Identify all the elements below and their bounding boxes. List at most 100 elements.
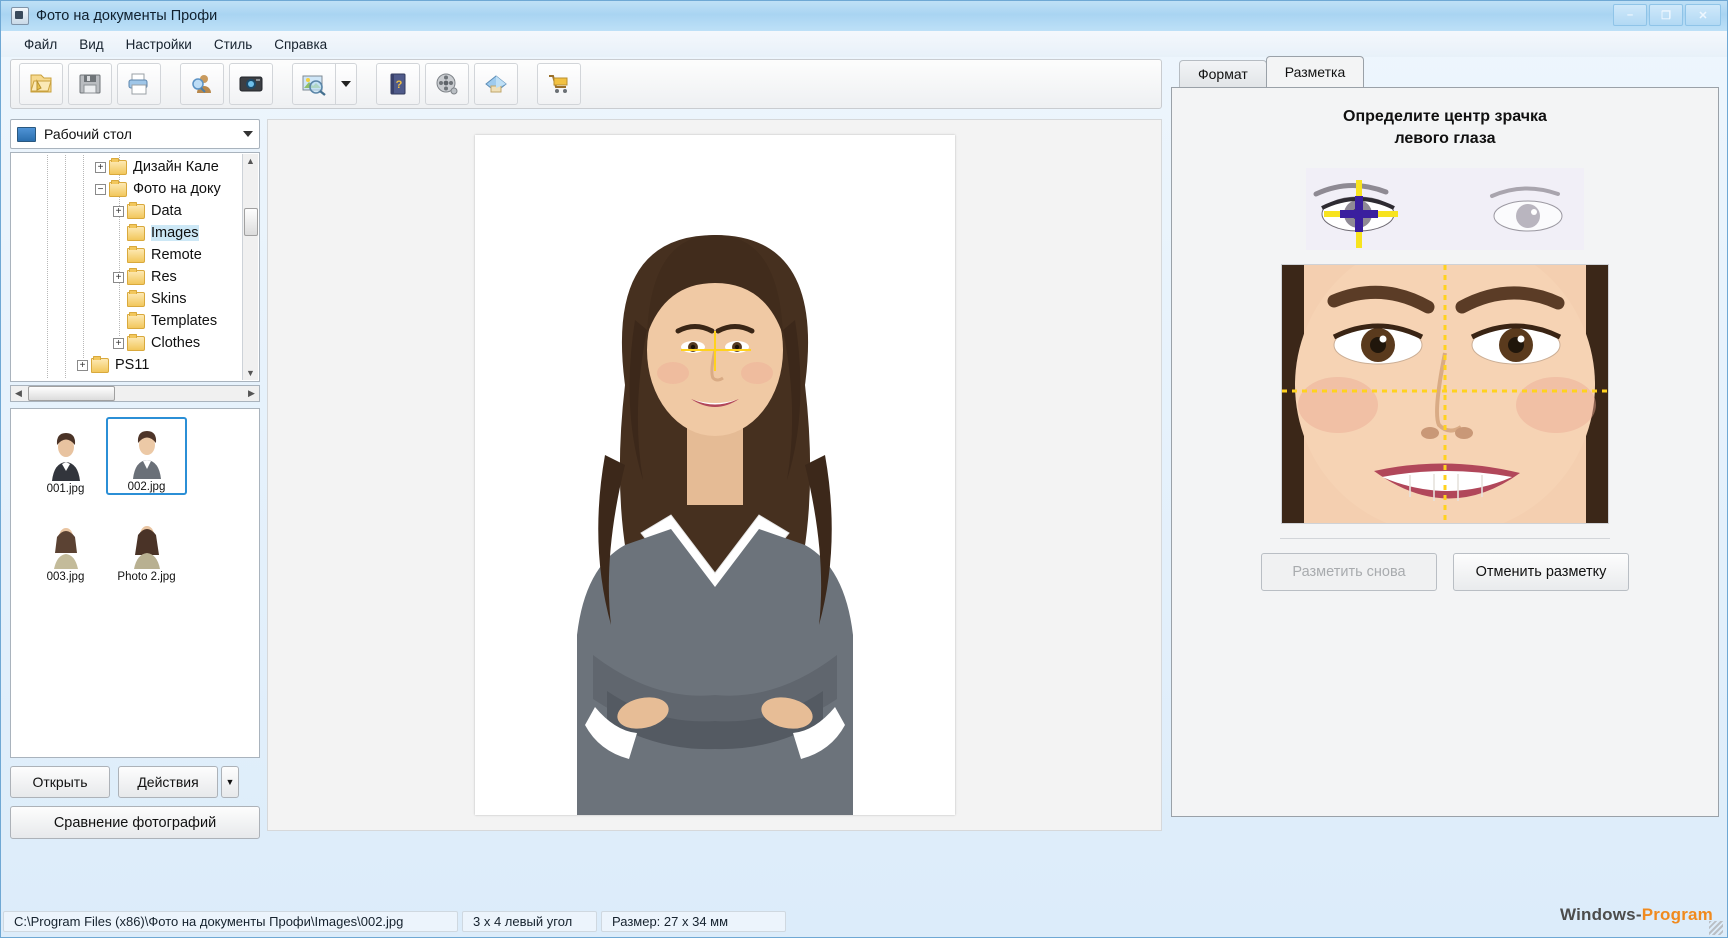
print-button[interactable] xyxy=(117,63,161,105)
tree-item[interactable]: Templates xyxy=(11,310,259,332)
sidebar-button-row: Открыть Действия ▼ xyxy=(10,766,260,798)
menu-style[interactable]: Стиль xyxy=(203,34,263,55)
help-book-button[interactable]: ? xyxy=(376,63,420,105)
image-zoom-icon xyxy=(300,72,328,96)
home-button[interactable] xyxy=(474,63,518,105)
person-search-icon xyxy=(189,72,215,96)
photo-preview[interactable] xyxy=(475,135,955,815)
scroll-left-arrow-icon[interactable]: ◀ xyxy=(11,388,26,399)
menu-view[interactable]: Вид xyxy=(68,34,114,55)
open-folder-button[interactable] xyxy=(19,63,63,105)
open-folder-icon xyxy=(28,72,54,96)
help-book-icon: ? xyxy=(387,72,409,96)
app-icon xyxy=(11,7,29,25)
tree-item[interactable]: + Res xyxy=(11,266,259,288)
portrait-photo xyxy=(475,135,955,815)
panel-divider xyxy=(1280,538,1610,539)
camera-button[interactable] xyxy=(229,63,273,105)
camera-icon xyxy=(238,73,264,95)
thumbnail-label: 002.jpg xyxy=(128,481,166,493)
window-controls: – ❐ ✕ xyxy=(1613,4,1721,26)
tree-item-label: Remote xyxy=(151,247,202,263)
expander-plus-icon[interactable]: + xyxy=(113,272,124,283)
tree-items: + Дизайн Кале − Фото на доку + Data xyxy=(11,153,259,376)
image-zoom-dropdown[interactable] xyxy=(336,63,357,105)
open-button[interactable]: Открыть xyxy=(10,766,110,798)
tree-item[interactable]: + Clothes xyxy=(11,332,259,354)
resize-grip[interactable] xyxy=(1709,921,1723,935)
thumbnail-label: 003.jpg xyxy=(47,571,85,583)
print-icon xyxy=(126,72,152,96)
scroll-up-arrow-icon[interactable]: ▲ xyxy=(246,154,255,168)
cart-button[interactable] xyxy=(537,63,581,105)
tree-item-label: Templates xyxy=(151,313,217,329)
expander-plus-icon[interactable]: + xyxy=(95,162,106,173)
folder-icon xyxy=(127,248,145,263)
watermark-part1: Windows- xyxy=(1560,905,1642,924)
tree-item[interactable]: − Фото на доку xyxy=(11,178,259,200)
eye-guide-image xyxy=(1306,168,1584,250)
expander-minus-icon[interactable]: − xyxy=(95,184,106,195)
status-bar: C:\Program Files (x86)\Фото на документы… xyxy=(3,909,1725,934)
tree-item[interactable]: + Дизайн Кале xyxy=(11,156,259,178)
expander-plus-icon[interactable]: + xyxy=(113,206,124,217)
face-preview-image[interactable] xyxy=(1281,264,1609,524)
actions-button[interactable]: Действия xyxy=(118,766,218,798)
tab-format[interactable]: Формат xyxy=(1179,60,1267,87)
panel-heading-line1: Определите центр зрачка xyxy=(1172,106,1718,128)
scroll-right-arrow-icon[interactable]: ▶ xyxy=(244,388,259,399)
tab-markup[interactable]: Разметка xyxy=(1266,56,1365,87)
expander-none-icon xyxy=(113,250,124,261)
chevron-down-icon xyxy=(243,131,253,137)
toolbar: ? xyxy=(10,59,1162,109)
list-item[interactable]: 001.jpg xyxy=(25,417,106,495)
status-path: C:\Program Files (x86)\Фото на документы… xyxy=(3,911,458,932)
tree-item[interactable]: + PS11 xyxy=(11,354,259,376)
expander-none-icon xyxy=(113,228,124,239)
thumbnail-image xyxy=(125,521,169,569)
tree-item-label: Skins xyxy=(151,291,186,307)
tab-bar: Формат Разметка xyxy=(1171,57,1719,87)
status-size: Размер: 27 x 34 мм xyxy=(601,911,786,932)
scroll-down-arrow-icon[interactable]: ▼ xyxy=(246,366,255,380)
image-zoom-button[interactable] xyxy=(292,63,336,105)
tree-item-label: Фото на доку xyxy=(133,181,221,197)
expander-plus-icon[interactable]: + xyxy=(77,360,88,371)
tree-horizontal-scrollbar[interactable]: ◀ ▶ xyxy=(10,385,260,402)
menu-help[interactable]: Справка xyxy=(263,34,338,55)
film-reel-button[interactable] xyxy=(425,63,469,105)
expander-plus-icon[interactable]: + xyxy=(113,338,124,349)
list-item[interactable]: 003.jpg xyxy=(25,505,106,583)
maximize-button[interactable]: ❐ xyxy=(1649,4,1683,26)
thumbnail-list: 001.jpg 002.jpg xyxy=(10,408,260,758)
folder-tree[interactable]: + Дизайн Кале − Фото на доку + Data xyxy=(10,152,260,382)
folder-icon xyxy=(127,292,145,307)
tree-item-images[interactable]: Images xyxy=(11,222,259,244)
application-window: Фото на документы Профи – ❐ ✕ Файл Вид Н… xyxy=(0,0,1728,938)
photo-canvas[interactable] xyxy=(267,119,1162,831)
scroll-thumb[interactable] xyxy=(28,386,115,401)
scroll-thumb[interactable] xyxy=(244,208,258,236)
save-button[interactable] xyxy=(68,63,112,105)
folder-icon xyxy=(109,160,127,175)
minimize-button[interactable]: – xyxy=(1613,4,1647,26)
panel-heading-line2: левого глаза xyxy=(1172,128,1718,150)
tree-item[interactable]: Skins xyxy=(11,288,259,310)
close-button[interactable]: ✕ xyxy=(1685,4,1721,26)
person-search-button[interactable] xyxy=(180,63,224,105)
list-item[interactable]: Photo 2.jpg xyxy=(106,505,187,583)
folder-icon xyxy=(127,226,145,241)
remark-again-button[interactable]: Разметить снова xyxy=(1261,553,1437,591)
cancel-markup-button[interactable]: Отменить разметку xyxy=(1453,553,1629,591)
tree-item[interactable]: + Data xyxy=(11,200,259,222)
tree-item[interactable]: Remote xyxy=(11,244,259,266)
tree-item-label: Clothes xyxy=(151,335,200,351)
menu-file[interactable]: Файл xyxy=(13,34,68,55)
tree-vertical-scrollbar[interactable]: ▲ ▼ xyxy=(242,154,258,380)
actions-dropdown-button[interactable]: ▼ xyxy=(221,766,239,798)
list-item-selected[interactable]: 002.jpg xyxy=(106,417,187,495)
menu-settings[interactable]: Настройки xyxy=(115,34,203,55)
desktop-icon xyxy=(17,127,36,142)
compare-photos-button[interactable]: Сравнение фотографий xyxy=(10,806,260,839)
location-combobox[interactable]: Рабочий стол xyxy=(10,119,260,149)
